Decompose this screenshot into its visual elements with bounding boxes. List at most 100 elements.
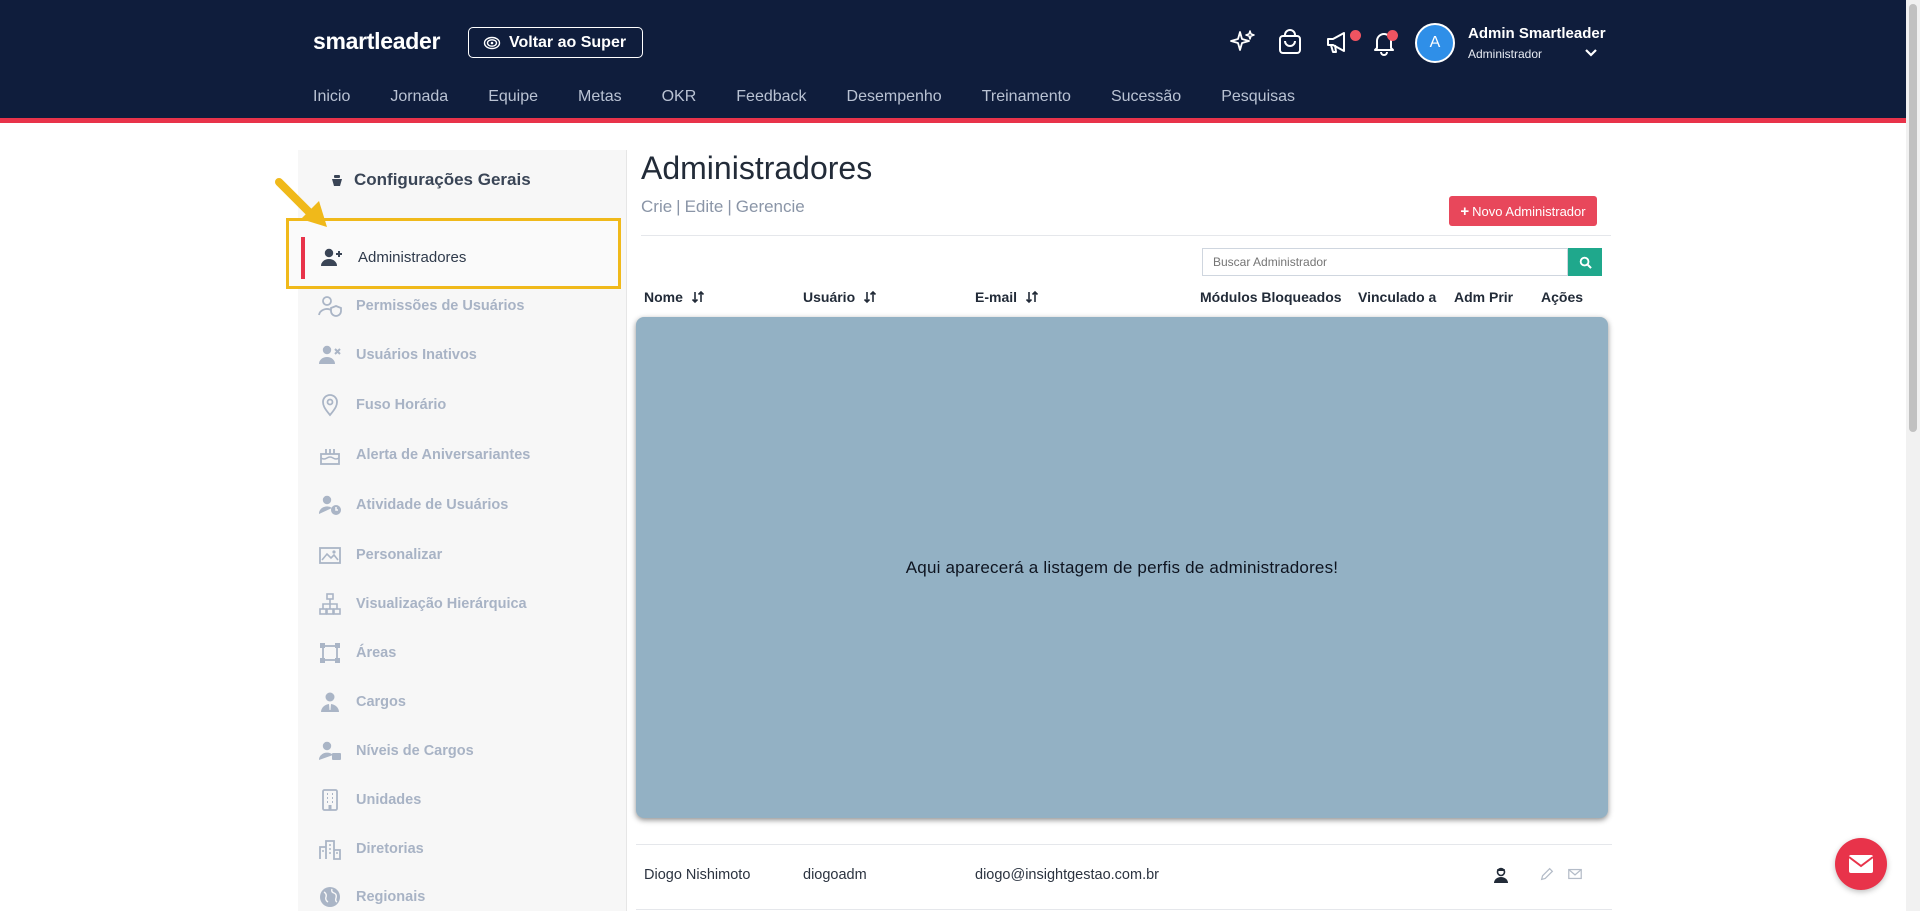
crumb-gerencie: Gerencie (735, 197, 805, 216)
sidebar-item-label: Áreas (356, 645, 397, 661)
back-to-super-button[interactable]: Voltar ao Super (468, 27, 644, 58)
sidebar-item-atividade-usuarios[interactable]: Atividade de Usuários (318, 493, 508, 517)
brand-logo[interactable]: smartleader (313, 28, 440, 55)
sidebar-item-label: Visualização Hierárquica (356, 596, 527, 612)
mail-icon[interactable] (1567, 866, 1585, 884)
column-label: Vinculado a (1358, 289, 1437, 305)
sidebar-item-label: Cargos (356, 694, 406, 710)
bell-notification-dot (1387, 30, 1398, 41)
principal-admin-icon[interactable] (1492, 866, 1510, 884)
nav-okr[interactable]: OKR (662, 88, 697, 106)
user-shield-icon (318, 294, 342, 318)
column-header-modulos-bloqueados: Módulos Bloqueados (1200, 289, 1342, 305)
sparkles-icon[interactable] (1229, 28, 1257, 56)
column-label: Módulos Bloqueados (1200, 289, 1342, 305)
new-admin-button[interactable]: + Novo Administrador (1449, 196, 1597, 226)
tour-overlay: Aqui aparecerá a listagem de perfis de a… (636, 317, 1608, 818)
sidebar-item-label: Personalizar (356, 547, 443, 563)
divider (641, 235, 1611, 236)
sidebar-item-label: Usuários Inativos (356, 347, 477, 363)
column-label: Ações (1541, 289, 1584, 305)
search-input[interactable] (1202, 248, 1568, 276)
area-icon (318, 641, 342, 665)
map-pin-icon (318, 393, 342, 417)
fingerprint-icon (483, 36, 501, 50)
nav-jornada[interactable]: Jornada (390, 88, 448, 106)
edit-icon[interactable] (1539, 866, 1557, 884)
column-header-nome: Nome (644, 289, 705, 305)
active-indicator (301, 237, 305, 279)
main-nav: Inicio Jornada Equipe Metas OKR Feedback… (313, 88, 1335, 106)
sidebar-item-administradores[interactable]: Administradores (320, 245, 466, 269)
column-label: Usuário (803, 289, 856, 305)
sidebar-item-cargos[interactable]: Cargos (318, 690, 406, 714)
megaphone-icon[interactable] (1324, 28, 1352, 56)
city-icon (318, 837, 342, 861)
sort-icon[interactable] (1025, 290, 1039, 304)
chevron-down-icon[interactable] (1584, 45, 1598, 57)
sidebar-item-label: Permissões de Usuários (356, 298, 525, 314)
back-to-super-label: Voltar ao Super (509, 33, 627, 51)
sidebar-item-visualizacao-hierarquica[interactable]: Visualização Hierárquica (318, 592, 527, 616)
crumb-edite: Edite (684, 197, 724, 216)
page-title: Administradores (641, 150, 873, 186)
column-label: E-mail (975, 289, 1018, 305)
sidebar-item-label: Diretorias (356, 841, 424, 857)
envelope-icon (1848, 855, 1874, 873)
user-tie-icon (318, 690, 342, 714)
avatar[interactable]: A (1415, 23, 1455, 63)
shopping-bag-icon[interactable] (1276, 28, 1304, 56)
sidebar-item-label: Alerta de Aniversariantes (356, 447, 531, 463)
nav-sucessao[interactable]: Sucessão (1111, 88, 1181, 106)
nav-inicio[interactable]: Inicio (313, 88, 350, 106)
nav-pesquisas[interactable]: Pesquisas (1221, 88, 1295, 106)
sidebar-item-niveis-cargos[interactable]: Níveis de Cargos (318, 739, 474, 763)
search-icon (1579, 256, 1592, 269)
user-role: Administrador (1468, 47, 1543, 61)
pointer-arrow-icon (275, 178, 327, 227)
column-label: Nome (644, 289, 683, 305)
breadcrumb: Crie | Edite | Gerencie (641, 197, 805, 216)
column-header-email: E-mail (975, 289, 1039, 305)
users-level-icon (318, 739, 342, 763)
sort-icon[interactable] (691, 290, 705, 304)
top-header: smartleader Voltar ao Super A Admin Smar… (0, 0, 1920, 123)
nav-feedback[interactable]: Feedback (736, 88, 806, 106)
user-clock-icon (318, 493, 342, 517)
sidebar-item-usuarios-inativos[interactable]: Usuários Inativos (318, 343, 477, 367)
contact-button[interactable] (1835, 838, 1887, 890)
nav-treinamento[interactable]: Treinamento (982, 88, 1071, 106)
column-label: Adm Prir (1454, 289, 1514, 305)
column-header-usuario: Usuário (803, 289, 877, 305)
row-divider (636, 909, 1612, 910)
sidebar-item-permissoes[interactable]: Permissões de Usuários (318, 294, 524, 318)
sidebar-item-personalizar[interactable]: Personalizar (318, 543, 442, 567)
overlay-message: Aqui aparecerá a listagem de perfis de a… (905, 557, 1339, 577)
sidebar-item-unidades[interactable]: Unidades (318, 788, 421, 812)
sidebar-item-label: Unidades (356, 792, 422, 808)
user-plus-icon (320, 245, 344, 269)
cell-user: diogoadm (803, 867, 867, 883)
sort-icon[interactable] (863, 290, 877, 304)
column-header-acoes: Ações (1541, 289, 1583, 305)
sidebar-item-diretorias[interactable]: Diretorias (318, 837, 424, 861)
cake-icon (318, 443, 342, 467)
images-icon (318, 543, 342, 567)
sidebar-item-regionais[interactable]: Regionais (318, 885, 425, 909)
sidebar-item-alerta-aniversariantes[interactable]: Alerta de Aniversariantes (318, 443, 530, 467)
scrollbar-thumb[interactable] (1909, 4, 1917, 432)
nav-desempenho[interactable]: Desempenho (847, 88, 942, 106)
nav-equipe[interactable]: Equipe (488, 88, 538, 106)
cell-email: diogo@insightgestao.com.br (975, 867, 1159, 883)
user-x-icon (318, 343, 342, 367)
sidebar-item-areas[interactable]: Áreas (318, 641, 396, 665)
nav-metas[interactable]: Metas (578, 88, 622, 106)
sidebar-item-label: Regionais (356, 889, 426, 905)
user-name[interactable]: Admin Smartleader (1468, 25, 1606, 42)
sidebar-item-fuso-horario[interactable]: Fuso Horário (318, 393, 446, 417)
cell-name: Diogo Nishimoto (644, 867, 751, 883)
globe-icon (318, 885, 342, 909)
sidebar-title: Configurações Gerais (330, 170, 531, 190)
sidebar-title-label: Configurações Gerais (354, 170, 531, 189)
search-button[interactable] (1568, 248, 1602, 276)
